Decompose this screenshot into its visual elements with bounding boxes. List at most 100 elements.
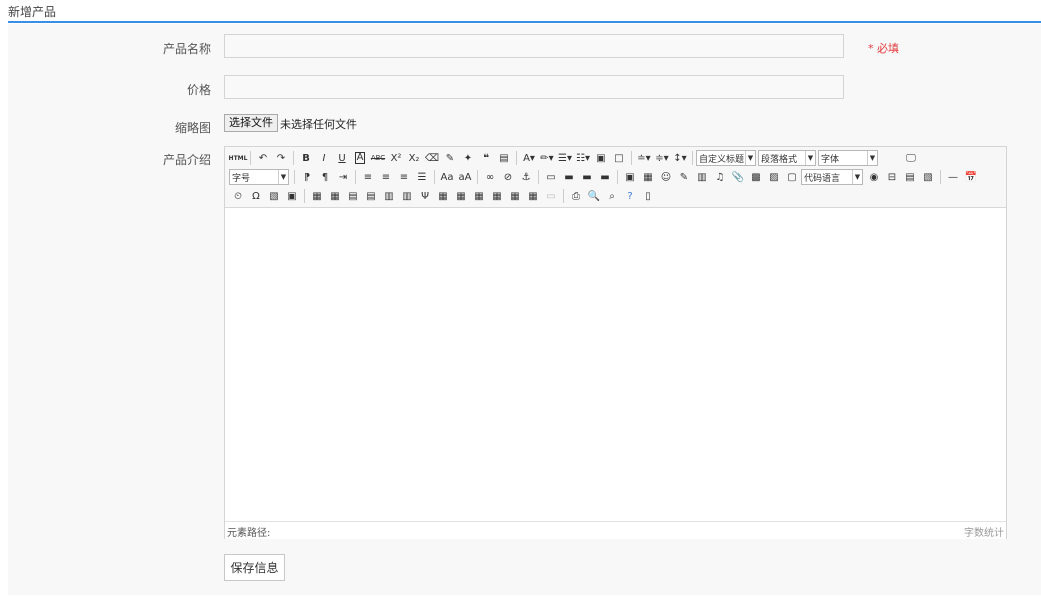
redo-icon[interactable]: ↷ <box>272 149 290 167</box>
image-center-icon[interactable]: ▬ <box>596 168 614 186</box>
merge-cells-icon[interactable]: ▦ <box>434 187 452 205</box>
template-icon[interactable]: ▤ <box>901 168 919 186</box>
align-left-icon[interactable]: ≡ <box>359 168 377 186</box>
toolbar-row-1: HTML ↶ ↷ B I U A ABC X² X₂ ⌫ ✎ ✦ ❝ ▤ A▾ … <box>229 149 920 167</box>
web-app-icon[interactable]: ◉ <box>865 168 883 186</box>
highlight-color-icon[interactable]: ✏▾ <box>538 149 556 167</box>
time-icon[interactable]: ⏲ <box>229 187 247 205</box>
format-brush-icon[interactable]: ✎ <box>441 149 459 167</box>
blockquote-icon[interactable]: ❝ <box>477 149 495 167</box>
insert-image-icon[interactable]: ▣ <box>621 168 639 186</box>
unlink-icon[interactable]: ⊘ <box>499 168 517 186</box>
superscript-icon[interactable]: X² <box>387 149 405 167</box>
insert-col-icon[interactable]: ▥ <box>398 187 416 205</box>
insert-frame-icon[interactable]: ▢ <box>783 168 801 186</box>
delete-col-icon[interactable]: Ψ <box>416 187 434 205</box>
music-icon[interactable]: ♫ <box>711 168 729 186</box>
tab-underline <box>8 21 1041 23</box>
element-path-label: 元素路径: <box>227 528 271 539</box>
anchor-icon[interactable]: ⚓ <box>517 168 535 186</box>
insert-paragraph-before-table-icon[interactable]: ▤ <box>344 187 362 205</box>
image-none-icon[interactable]: ▭ <box>542 168 560 186</box>
bottom-strip <box>0 595 1041 605</box>
rtl-direction-icon[interactable]: ¶ <box>316 168 334 186</box>
page-break-icon[interactable]: ⊟ <box>883 168 901 186</box>
split-to-rows-icon[interactable]: ▦ <box>506 187 524 205</box>
product-name-input[interactable] <box>224 34 844 58</box>
editor-statusbar: 元素路径: 字数统计 <box>225 521 1006 539</box>
font-border-icon[interactable]: A <box>351 149 369 167</box>
delete-table-icon[interactable]: ▦ <box>326 187 344 205</box>
drafts-icon[interactable]: ▯ <box>639 187 657 205</box>
split-to-cells-icon[interactable]: ▦ <box>488 187 506 205</box>
merge-down-icon[interactable]: ▦ <box>470 187 488 205</box>
help-icon[interactable]: ? <box>621 187 639 205</box>
unordered-list-icon[interactable]: ☷▾ <box>574 149 592 167</box>
line-height-icon[interactable]: ↕▾ <box>671 149 689 167</box>
multi-image-icon[interactable]: ▦ <box>639 168 657 186</box>
horizontal-rule-icon[interactable]: — <box>944 168 962 186</box>
underline-icon[interactable]: U <box>333 149 351 167</box>
editor-toolbar: HTML ↶ ↷ B I U A ABC X² X₂ ⌫ ✎ ✦ ❝ ▤ A▾ … <box>225 147 1006 208</box>
image-left-icon[interactable]: ▬ <box>560 168 578 186</box>
custom-title-select[interactable]: 自定义标题 ▼ <box>696 150 756 166</box>
font-color-icon[interactable]: A▾ <box>520 149 538 167</box>
search-replace-icon[interactable]: ⌕ <box>603 187 621 205</box>
uppercase-icon[interactable]: Aa <box>438 168 456 186</box>
italic-icon[interactable]: I <box>315 149 333 167</box>
editor-content-area[interactable] <box>225 208 1006 520</box>
price-input[interactable] <box>224 75 844 99</box>
attachment-icon[interactable]: 📎 <box>729 168 747 186</box>
row-spacing-bottom-icon[interactable]: ≑▾ <box>653 149 671 167</box>
split-to-cols-icon[interactable]: ▦ <box>524 187 542 205</box>
ordered-list-icon[interactable]: ☰▾ <box>556 149 574 167</box>
page-tab-bar: 新增产品 <box>0 0 1041 23</box>
date-icon[interactable]: 📅 <box>962 168 980 186</box>
subscript-icon[interactable]: X₂ <box>405 149 423 167</box>
special-chars-icon[interactable]: Ω <box>247 187 265 205</box>
background-icon[interactable]: ▧ <box>919 168 937 186</box>
preview-icon[interactable]: 🔍 <box>585 187 603 205</box>
font-family-select[interactable]: 字体 ▼ <box>818 150 878 166</box>
emotion-icon[interactable]: ☺ <box>657 168 675 186</box>
product-name-label: 产品名称 <box>162 42 211 56</box>
delete-row-icon[interactable]: ▥ <box>380 187 398 205</box>
snapscreen-icon[interactable]: ▣ <box>283 187 301 205</box>
align-right-icon[interactable]: ≡ <box>395 168 413 186</box>
google-map-icon[interactable]: ▨ <box>765 168 783 186</box>
font-size-select[interactable]: 字号 ▼ <box>229 169 289 185</box>
map-icon[interactable]: ▩ <box>747 168 765 186</box>
undo-icon[interactable]: ↶ <box>254 149 272 167</box>
print-icon[interactable]: ⎙ <box>567 187 585 205</box>
html-source-icon[interactable]: HTML <box>229 149 248 167</box>
align-justify-icon[interactable]: ☰ <box>413 168 431 186</box>
select-all-icon[interactable]: ▣ <box>592 149 610 167</box>
product-intro-label: 产品介绍 <box>162 153 211 167</box>
insert-table-icon[interactable]: ▦ <box>308 187 326 205</box>
lowercase-icon[interactable]: aA <box>456 168 474 186</box>
choose-file-button[interactable]: 选择文件 <box>224 114 278 132</box>
insert-row-icon[interactable]: ▤ <box>362 187 380 205</box>
strikethrough-icon[interactable]: ABC <box>369 149 387 167</box>
align-center-icon[interactable]: ≡ <box>377 168 395 186</box>
merge-right-icon[interactable]: ▦ <box>452 187 470 205</box>
paste-plain-icon[interactable]: ▤ <box>495 149 513 167</box>
page-title[interactable]: 新增产品 <box>8 3 56 20</box>
save-info-button[interactable]: 保存信息 <box>224 554 285 581</box>
code-language-select[interactable]: 代码语言 ▼ <box>801 169 863 185</box>
clear-doc-icon[interactable]: □ <box>610 149 628 167</box>
auto-typeset-icon[interactable]: ✦ <box>459 149 477 167</box>
image-right-icon[interactable]: ▬ <box>578 168 596 186</box>
scrawl-icon[interactable]: ✎ <box>675 168 693 186</box>
eraser-icon[interactable]: ⌫ <box>423 149 441 167</box>
bold-icon[interactable]: B <box>297 149 315 167</box>
fullscreen-icon[interactable]: 🖵 <box>902 149 920 167</box>
row-spacing-top-icon[interactable]: ≐▾ <box>635 149 653 167</box>
paragraph-format-select[interactable]: 段落格式 ▼ <box>758 150 816 166</box>
insert-video-icon[interactable]: ▥ <box>693 168 711 186</box>
wordimage-icon[interactable]: ▧ <box>265 187 283 205</box>
ltr-direction-icon[interactable]: ⁋ <box>298 168 316 186</box>
indent-icon[interactable]: ⇥ <box>334 168 352 186</box>
link-icon[interactable]: ∞ <box>481 168 499 186</box>
charts-icon[interactable]: ▭ <box>542 187 560 205</box>
